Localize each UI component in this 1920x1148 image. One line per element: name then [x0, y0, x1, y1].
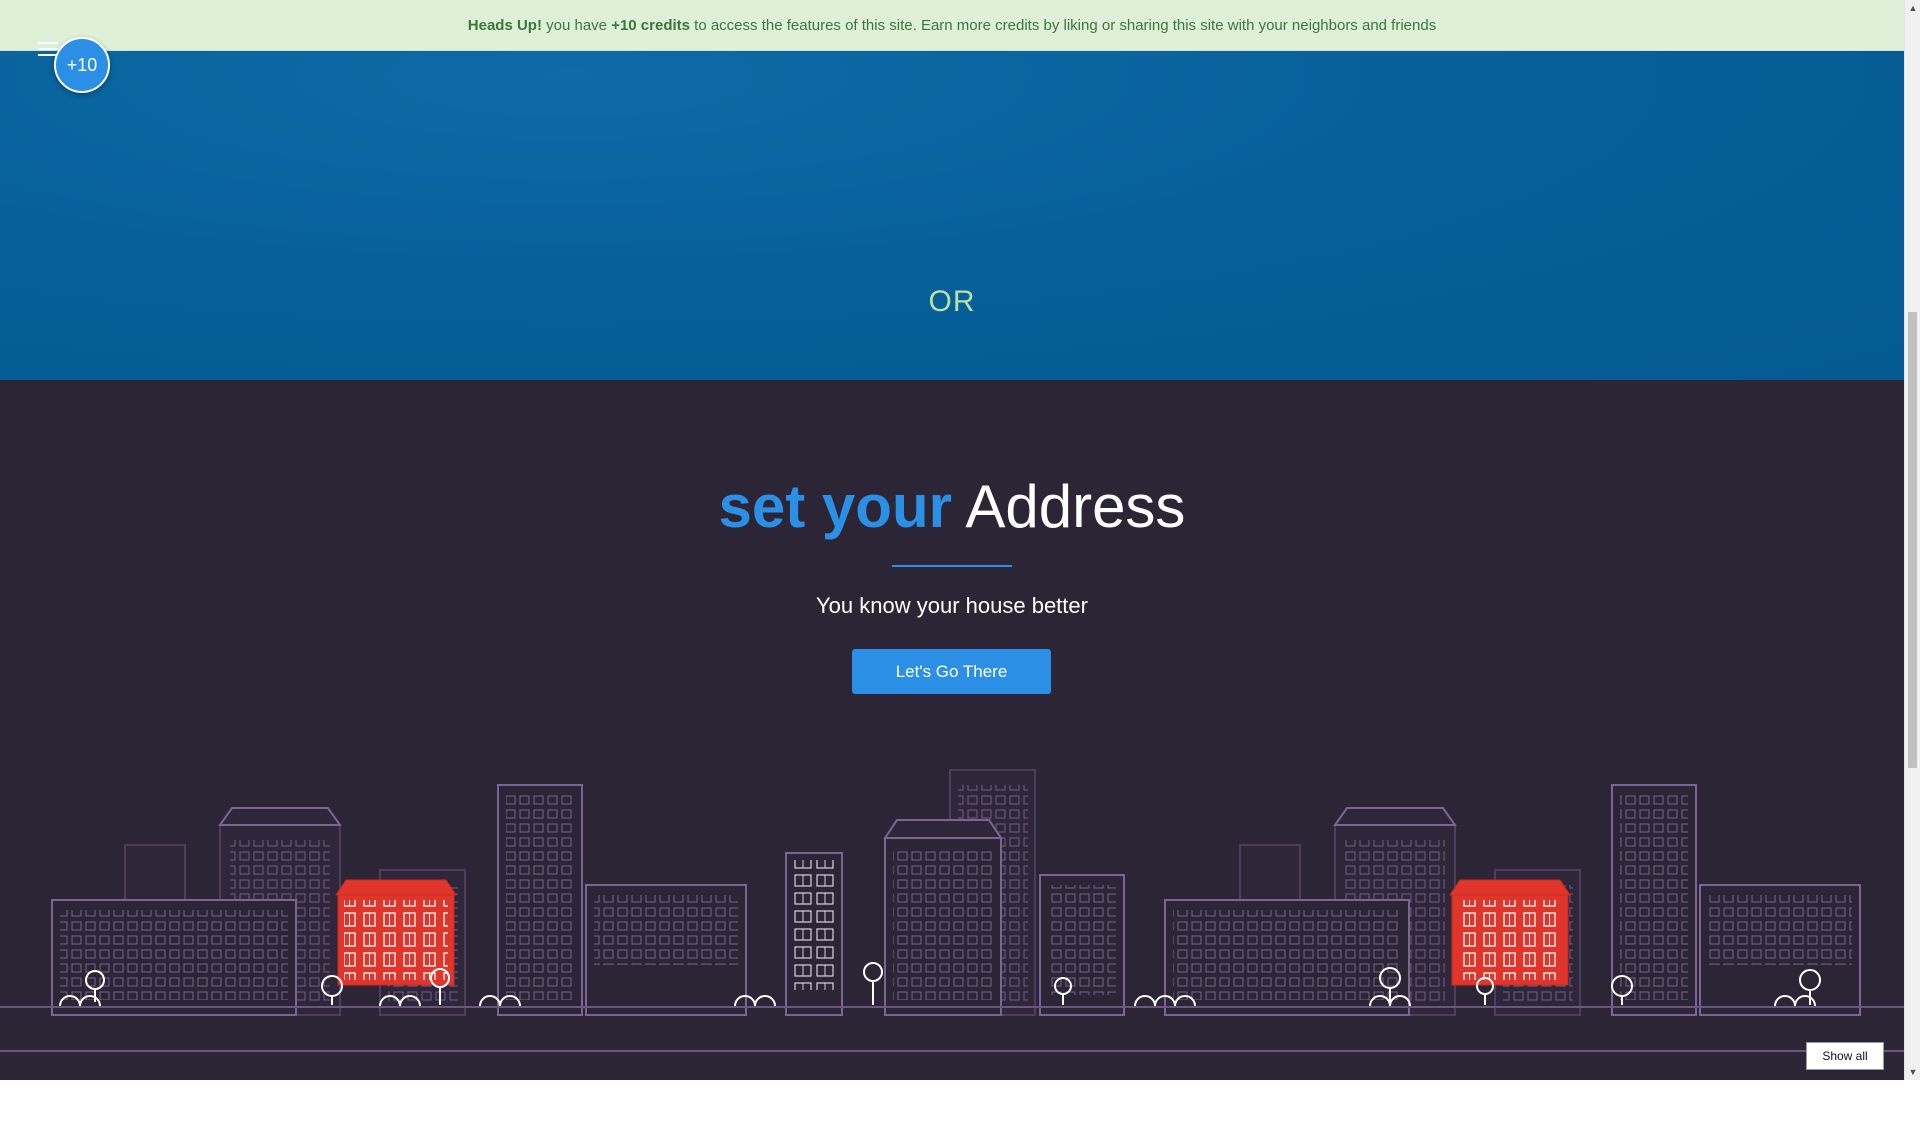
alert-credits: +10 credits — [611, 16, 690, 34]
title-divider — [892, 565, 1012, 567]
address-section: set your Address You know your house bet… — [0, 380, 1904, 1080]
alert-text-2: to access the features of this site. Ear… — [690, 16, 1437, 34]
credits-alert: Heads Up! you have +10 credits to access… — [0, 0, 1904, 51]
page-scrollbar[interactable]: ▲ ▼ — [1904, 0, 1920, 1080]
or-separator: OR — [928, 285, 976, 318]
address-title: set your Address — [0, 472, 1904, 541]
alert-text-1: you have — [541, 16, 612, 34]
alert-lead: Heads Up! — [467, 16, 542, 34]
credits-badge[interactable]: +10 — [54, 37, 110, 93]
hero-section: OR — [0, 0, 1904, 380]
city-skyline-illustration — [0, 769, 1904, 1052]
scroll-thumb[interactable] — [1908, 312, 1917, 768]
show-all-button[interactable]: Show all — [1806, 1042, 1884, 1070]
address-title-rest: Address — [951, 473, 1186, 540]
lets-go-button[interactable]: Let's Go There — [852, 649, 1051, 694]
address-title-accent: set your — [718, 473, 952, 540]
address-subtitle: You know your house better — [816, 593, 1088, 618]
scroll-up-arrow-icon[interactable]: ▲ — [1905, 0, 1920, 16]
scroll-down-arrow-icon[interactable]: ▼ — [1905, 1064, 1920, 1080]
